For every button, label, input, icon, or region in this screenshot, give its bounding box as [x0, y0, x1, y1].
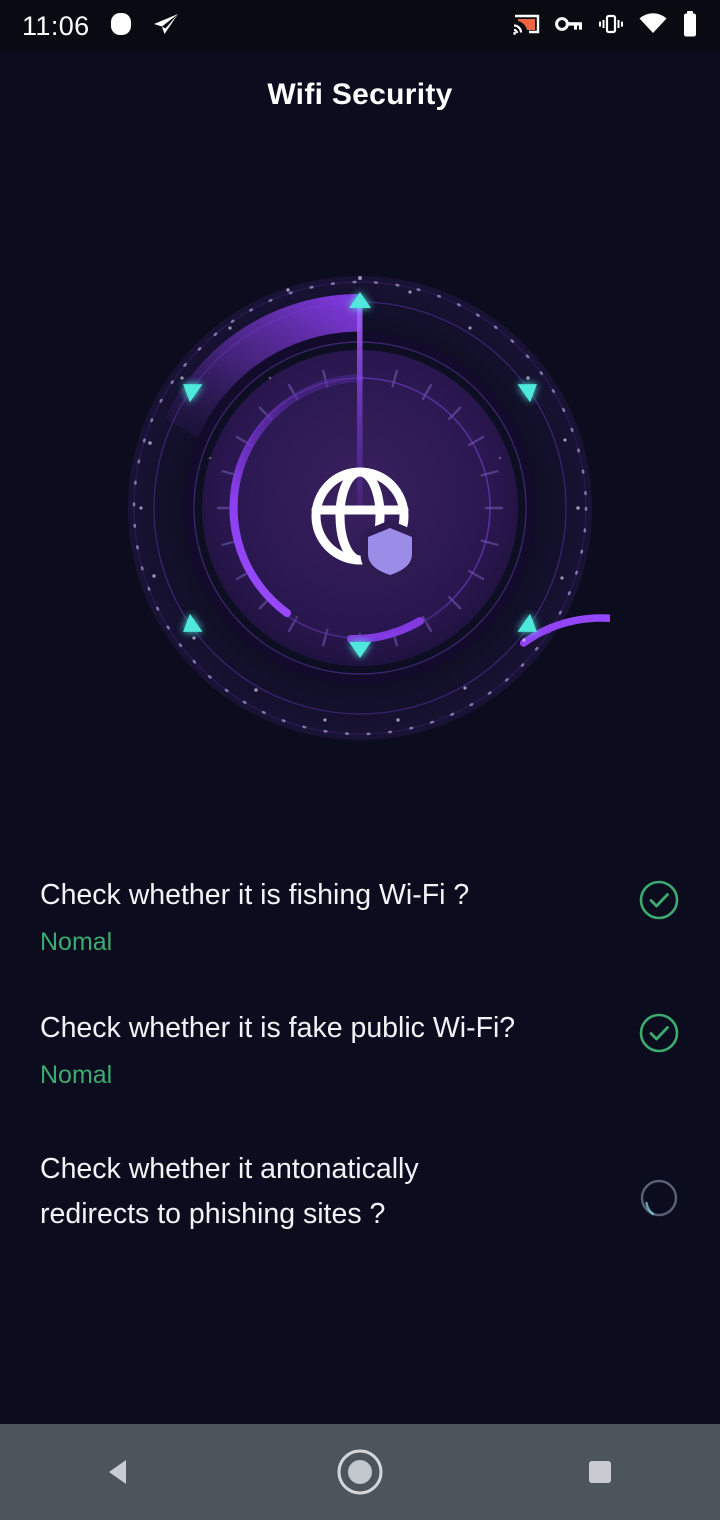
system-navigation-bar: [0, 1424, 720, 1520]
home-button[interactable]: [300, 1424, 420, 1520]
status-bar-left: 11:06: [22, 11, 180, 42]
check-item-title: Check whether it is fishing Wi-Fi ?: [40, 879, 470, 911]
check-circle-icon: [638, 1012, 680, 1059]
wifi-scanner-dial: [110, 258, 610, 758]
check-item-title-line-1: Check whether it antonatically: [40, 1153, 419, 1185]
pending-circle-icon: [638, 1177, 680, 1224]
vpn-key-icon: [555, 14, 583, 39]
page-title: Wifi Security: [267, 78, 453, 111]
check-item-texts: Check whether it is fishing Wi-Fi ? Noma…: [40, 873, 638, 962]
status-bar: 11:06: [0, 0, 720, 52]
paper-plane-icon: [152, 11, 180, 42]
vibrate-icon: [598, 13, 624, 40]
check-item-title: Check whether it is fake public Wi-Fi?: [40, 1012, 516, 1044]
home-circle-icon: [337, 1449, 383, 1495]
security-check-list: Check whether it is fishing Wi-Fi ? Noma…: [0, 855, 720, 1237]
check-item-texts: Check whether it is fake public Wi-Fi? N…: [40, 1006, 638, 1095]
cast-icon: [513, 12, 540, 41]
status-bar-clock: 11:06: [22, 10, 90, 41]
check-circle-icon: [638, 879, 680, 926]
check-item-texts: Check whether it antonatically redirects…: [40, 1147, 638, 1237]
app-screen: 11:06 Wifi Security Check whether it is …: [0, 0, 720, 1520]
back-triangle-icon: [109, 1460, 126, 1484]
recents-button[interactable]: [540, 1424, 660, 1520]
check-item-status: Nomal: [40, 1061, 113, 1089]
recents-square-icon: [589, 1461, 611, 1483]
check-item-title-line-2: redirects to phishing sites ?: [40, 1198, 386, 1230]
check-item-phishing-redirect[interactable]: Check whether it antonatically redirects…: [40, 1129, 680, 1237]
battery-icon: [682, 10, 698, 42]
dial-sweep-needle: [357, 304, 363, 508]
check-item-fake-public-wifi[interactable]: Check whether it is fake public Wi-Fi? N…: [40, 988, 680, 1095]
wifi-icon: [639, 12, 667, 40]
check-item-status: Nomal: [40, 928, 113, 956]
check-item-fishing-wifi[interactable]: Check whether it is fishing Wi-Fi ? Noma…: [40, 855, 680, 962]
status-bar-right: [513, 10, 698, 42]
rounded-square-icon: [108, 11, 134, 42]
back-button[interactable]: [60, 1424, 180, 1520]
